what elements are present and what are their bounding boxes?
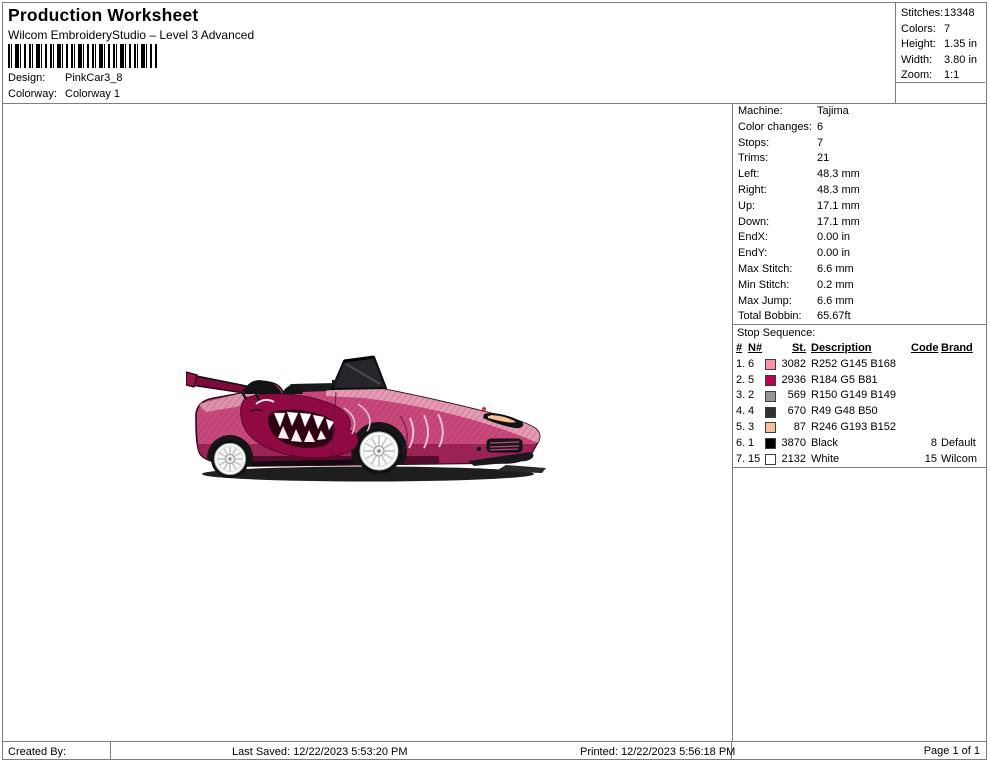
machine-info-row: EndX:0.00 in [733, 230, 984, 246]
machine-info-row: EndY:0.00 in [733, 246, 984, 262]
front-wheel [356, 428, 402, 474]
machine-info-row: Min Stitch:0.2 mm [733, 278, 984, 294]
thread-color-swatch [765, 407, 776, 418]
stop-table-bottom-border [732, 467, 986, 468]
headrest-fairing [244, 380, 282, 394]
summary-row: Stitches:13348 [901, 6, 985, 22]
machine-info-row: Stops:7 [733, 136, 984, 152]
thread-color-swatch [765, 375, 776, 386]
machine-info-row: Max Stitch:6.6 mm [733, 262, 984, 278]
machine-info-list: Machine:Tajima Color changes:6 Stops:7 T… [733, 104, 984, 325]
printed-text: Printed: 12/22/2023 5:56:18 PM [580, 745, 735, 759]
machine-info-row: Total Bobbin:65.67ft [733, 309, 984, 325]
stop-table-row: 6.1 3870Black 8Default [732, 436, 985, 452]
barcode [8, 44, 158, 68]
colorway-value: Colorway 1 [65, 88, 120, 100]
machine-info-row: Left:48.3 mm [733, 167, 984, 183]
last-saved-text: Last Saved: 12/22/2023 5:53:20 PM [232, 745, 408, 759]
stop-table-row: 7.15 2132White 15Wilcom [732, 452, 985, 468]
thread-color-swatch [765, 438, 776, 449]
side-mirror [332, 380, 337, 385]
thread-color-swatch [765, 359, 776, 370]
summary-row: Zoom:1:1 [901, 68, 985, 84]
stop-table-header: # N# St. Description Code Brand [732, 341, 985, 357]
app-subtitle: Wilcom EmbroideryStudio – Level 3 Advanc… [8, 28, 254, 42]
summary-row: Height:1.35 in [901, 37, 985, 53]
stop-table-row: 2.5 2936R184 G5 B81 [732, 373, 985, 389]
page-number: Page 1 of 1 [830, 745, 980, 757]
machine-info-row: Up:17.1 mm [733, 199, 984, 215]
underbody [252, 462, 354, 464]
design-name-row: Design:PinkCar3_8 [8, 71, 122, 85]
thread-color-swatch [765, 422, 776, 433]
design-label: Design: [8, 71, 65, 85]
machine-info-row: Machine:Tajima [733, 104, 984, 120]
machine-info-row: Color changes:6 [733, 120, 984, 136]
thread-color-swatch [765, 454, 776, 465]
summary-row: Colors:7 [901, 22, 985, 38]
stop-table-row: 1.6 3082R252 G145 B168 [732, 357, 985, 373]
page-title: Production Worksheet [8, 5, 198, 26]
stop-table-row: 3.2 569R150 G149 B149 [732, 388, 985, 404]
side-marker [482, 407, 486, 411]
design-summary-box: Stitches:13348 Colors:7 Height:1.35 in W… [896, 2, 985, 83]
stop-sequence-table: # N# St. Description Code Brand 1.6 3082… [732, 341, 985, 467]
colorway-label: Colorway: [8, 87, 65, 101]
footer-divider [2, 741, 986, 742]
machine-info-row: Trims:21 [733, 151, 984, 167]
stop-table-row: 4.4 670R49 G48 B50 [732, 404, 985, 420]
colorway-row: Colorway:Colorway 1 [8, 87, 120, 101]
design-value: PinkCar3_8 [65, 72, 122, 84]
windshield [332, 357, 386, 389]
thread-color-swatch [765, 391, 776, 402]
machine-info-row: Max Jump:6.6 mm [733, 294, 984, 310]
design-preview-image [186, 352, 550, 492]
fog-light [477, 447, 481, 451]
pink-car-embroidery [186, 352, 550, 492]
production-worksheet-page: Production Worksheet Wilcom EmbroiderySt… [0, 0, 990, 762]
machine-info-row: Down:17.1 mm [733, 215, 984, 231]
created-by-label: Created By: [8, 745, 66, 759]
footer-separator [110, 741, 111, 760]
machine-info-row: Right:48.3 mm [733, 183, 984, 199]
stop-table-row: 5.3 87R246 G193 B152 [732, 420, 985, 436]
summary-row: Width:3.80 in [901, 53, 985, 69]
rear-wheel [211, 440, 249, 478]
stop-sequence-label: Stop Sequence: [733, 325, 988, 341]
front-grille [487, 439, 522, 452]
